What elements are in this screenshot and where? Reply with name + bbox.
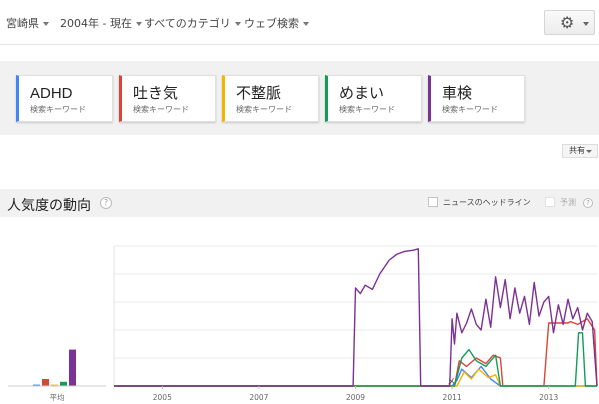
forecast-checkbox[interactable] [545,197,555,207]
news-annotation-marker[interactable]: メ [447,377,455,386]
chart-series [114,248,598,387]
category-filter[interactable]: すべてのカテゴリ [144,15,241,31]
term-type-label: 検索キーワード [442,105,498,114]
share-button[interactable]: 共有 [562,144,598,158]
term-label: めまい [339,85,385,102]
search-terms-panel: ADHD 検索キーワード 吐き気 検索キーワード 不整脈 検索キーワード めまい… [0,61,599,135]
term-type-label: 検索キーワード [236,105,292,114]
term-card-arrhythmia[interactable]: 不整脈 検索キーワード [222,75,319,122]
chevron-down-icon [583,22,589,26]
help-icon[interactable]: ? [100,197,112,209]
tick-label-2009: 2009 [346,393,365,402]
average-label: 平均 [50,392,65,402]
chevron-down-icon [234,22,241,26]
tick-label-2013: 2013 [539,393,558,402]
x-axis-ticks: 2005 2007 2009 2011 2013 [153,386,558,402]
term-card-adhd[interactable]: ADHD 検索キーワード [16,75,113,122]
search-type-filter[interactable]: ウェブ検索 [244,15,309,31]
date-filter[interactable]: 2004年 - 現在 [60,15,142,31]
series-line-吐き気 [114,318,598,387]
tick-label-2011: 2011 [443,393,462,402]
term-type-label: 検索キーワード [133,105,189,114]
average-bar-1 [42,379,49,386]
tick-label-2005: 2005 [153,393,172,402]
series-line-車検 [114,248,598,387]
forecast-help-icon[interactable]: ? [583,198,593,208]
term-label: ADHD [30,85,73,102]
series-line-めまい [114,332,597,387]
settings-button[interactable]: ⚙ [544,10,595,35]
news-headlines-checkbox[interactable] [428,197,438,207]
forecast-label: 予測 [560,198,576,207]
chevron-down-icon [586,150,592,153]
chevron-down-icon [135,22,142,26]
average-bar-4 [69,349,76,386]
news-headlines-label: ニュースのヘッドライン [443,198,531,207]
toolbar: 宮崎県 2004年 - 現在 すべてのカテゴリ ウェブ検索 ⚙ [0,0,599,45]
series-line-不整脈 [114,368,597,387]
term-label: 不整脈 [236,85,282,102]
search-type-filter-label: ウェブ検索 [244,17,299,30]
region-filter-label: 宮崎県 [6,17,39,30]
chevron-down-icon [303,22,309,26]
term-type-label: 検索キーワード [30,105,86,114]
term-card-dizziness[interactable]: めまい 検索キーワード [325,75,422,122]
date-filter-label: 2004年 - 現在 [60,17,132,30]
tick-label-2007: 2007 [249,393,268,402]
gear-icon: ⚙ [560,13,575,32]
term-type-label: 検索キーワード [339,105,395,114]
term-card-vehicle-inspection[interactable]: 車検 検索キーワード [428,75,525,122]
term-card-nausea[interactable]: 吐き気 検索キーワード [119,75,216,122]
interest-over-time-header: 人気度の動向 ? ニュースのヘッドライン 予測 ? [0,189,599,217]
term-label: 車検 [442,85,473,102]
average-bars: 平均 [8,349,106,402]
category-filter-label: すべてのカテゴリ [144,17,231,30]
section-title: 人気度の動向 [7,198,91,214]
chevron-down-icon [43,22,49,26]
share-label: 共有 [569,146,585,155]
series-line-ADHD [114,365,597,387]
region-filter[interactable]: 宮崎県 [6,15,49,31]
interest-chart: 平均 2005 2007 2009 2011 2013 メ [8,245,598,402]
term-label: 吐き気 [133,85,179,102]
average-bar-3 [60,381,67,386]
